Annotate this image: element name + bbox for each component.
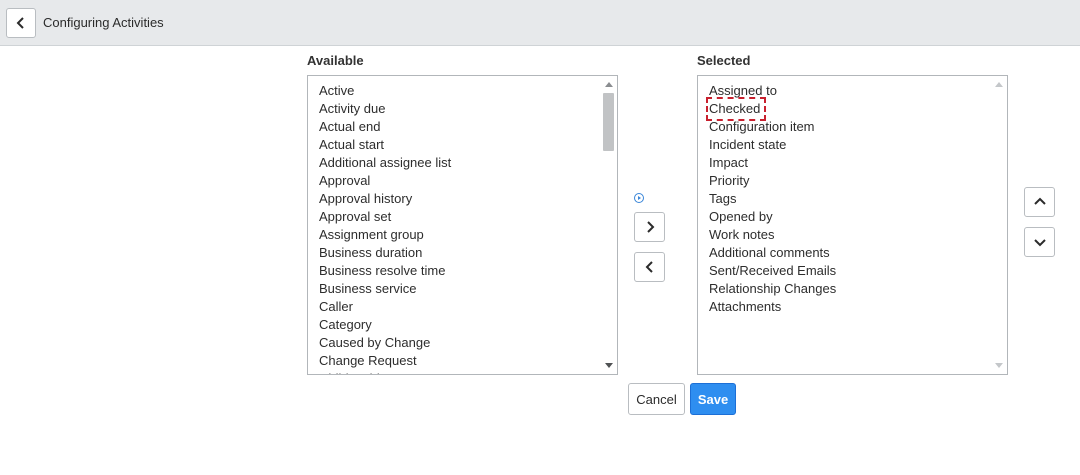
- list-item[interactable]: Business service: [319, 280, 597, 298]
- list-item-label: Business resolve time: [319, 263, 446, 278]
- move-down-button[interactable]: [1024, 227, 1055, 257]
- list-item-label: Approval set: [319, 209, 392, 224]
- list-item[interactable]: Business resolve time: [319, 262, 597, 280]
- list-item-label: Caused by Change: [319, 335, 431, 350]
- list-item-label: Additional comments: [709, 245, 830, 260]
- available-scrollbar[interactable]: [600, 76, 617, 374]
- list-item-label: Active: [319, 83, 355, 98]
- list-item[interactable]: Approval: [319, 172, 597, 190]
- list-item[interactable]: Business duration: [319, 244, 597, 262]
- list-item[interactable]: Child Incidents: [319, 370, 597, 374]
- scroll-down-arrow-icon[interactable]: [605, 363, 613, 368]
- list-item-label: Approval: [319, 173, 371, 188]
- cancel-button[interactable]: Cancel: [628, 383, 685, 415]
- list-item-label: Priority: [709, 173, 750, 188]
- list-item-label: Assigned to: [709, 83, 777, 98]
- list-item[interactable]: Work notes: [709, 226, 987, 244]
- list-item[interactable]: Additional assignee list: [319, 154, 597, 172]
- page-title: Configuring Activities: [43, 15, 164, 30]
- available-listbox[interactable]: Active Activity due Actual end Actual start…: [307, 75, 618, 375]
- list-item-label: Business service: [319, 281, 417, 296]
- list-item-label: Relationship Changes: [709, 281, 837, 296]
- list-item-label: Category: [319, 317, 372, 332]
- list-item-label: Impact: [709, 155, 749, 170]
- selected-scrollbar[interactable]: [990, 76, 1007, 374]
- list-item-label: Assignment group: [319, 227, 424, 242]
- list-item[interactable]: Configuration item: [709, 118, 987, 136]
- selected-listbox[interactable]: Assigned to Checked Configuration item Inci…: [697, 75, 1008, 375]
- list-item[interactable]: Opened by: [709, 208, 987, 226]
- list-item[interactable]: Approval set: [319, 208, 597, 226]
- list-item[interactable]: Actual start: [319, 136, 597, 154]
- save-button[interactable]: Save: [690, 383, 736, 415]
- scroll-thumb[interactable]: [603, 93, 614, 151]
- available-list: Active Activity due Actual end Actual start…: [319, 82, 597, 374]
- chevron-right-icon: [646, 221, 654, 233]
- page-header: Configuring Activities: [0, 0, 1080, 46]
- list-item[interactable]: Checked: [705, 97, 987, 121]
- scroll-up-arrow-icon[interactable]: [995, 82, 1003, 87]
- list-item[interactable]: Assigned to: [709, 82, 987, 100]
- list-item[interactable]: Actual end: [319, 118, 597, 136]
- scroll-up-arrow-icon[interactable]: [605, 82, 613, 87]
- list-item[interactable]: Approval history: [319, 190, 597, 208]
- chevron-up-icon: [1033, 197, 1046, 205]
- list-item-label: Activity due: [319, 101, 386, 116]
- list-item-label: Actual end: [319, 119, 381, 134]
- list-item-label: Attachments: [709, 299, 782, 314]
- list-item[interactable]: Sent/Received Emails: [709, 262, 987, 280]
- list-item[interactable]: Relationship Changes: [709, 280, 987, 298]
- add-to-selected-button[interactable]: [634, 212, 665, 242]
- selected-list: Assigned to Checked Configuration item Inci…: [705, 82, 987, 316]
- list-item-label-focused: Checked: [705, 97, 767, 121]
- list-item-label: Caller: [319, 299, 353, 314]
- list-item[interactable]: Category: [319, 316, 597, 334]
- list-item[interactable]: Tags: [709, 190, 987, 208]
- list-item-label: Approval history: [319, 191, 413, 206]
- list-item-label: Child Incidents: [319, 371, 404, 374]
- move-up-button[interactable]: [1024, 187, 1055, 217]
- list-item-label: Actual start: [319, 137, 385, 152]
- chevron-left-icon: [16, 17, 24, 29]
- list-item-label: Business duration: [319, 245, 423, 260]
- list-item-label: Work notes: [709, 227, 775, 242]
- play-circle-icon[interactable]: [634, 193, 644, 203]
- list-item-label: Opened by: [709, 209, 773, 224]
- list-item[interactable]: Caller: [319, 298, 597, 316]
- list-item[interactable]: Activity due: [319, 100, 597, 118]
- list-item[interactable]: Change Request: [319, 352, 597, 370]
- list-item-label: Tags: [709, 191, 737, 206]
- list-item[interactable]: Active: [319, 82, 597, 100]
- list-item-label: Sent/Received Emails: [709, 263, 837, 278]
- list-item-label: Change Request: [319, 353, 417, 368]
- list-item[interactable]: Attachments: [709, 298, 987, 316]
- chevron-down-icon: [1033, 239, 1046, 247]
- chevron-left-icon: [645, 261, 653, 273]
- list-item[interactable]: Priority: [709, 172, 987, 190]
- selected-label: Selected: [697, 53, 751, 68]
- back-button[interactable]: [6, 8, 36, 38]
- remove-from-selected-button[interactable]: [634, 252, 665, 282]
- list-item[interactable]: Additional comments: [709, 244, 987, 262]
- scroll-down-arrow-icon[interactable]: [995, 363, 1003, 368]
- list-item[interactable]: Impact: [709, 154, 987, 172]
- list-item[interactable]: Assignment group: [319, 226, 597, 244]
- available-label: Available: [307, 53, 364, 68]
- list-item-label: Additional assignee list: [319, 155, 452, 170]
- list-item-label: Incident state: [709, 137, 787, 152]
- list-item[interactable]: Incident state: [709, 136, 987, 154]
- list-item-label: Configuration item: [709, 119, 815, 134]
- list-item[interactable]: Caused by Change: [319, 334, 597, 352]
